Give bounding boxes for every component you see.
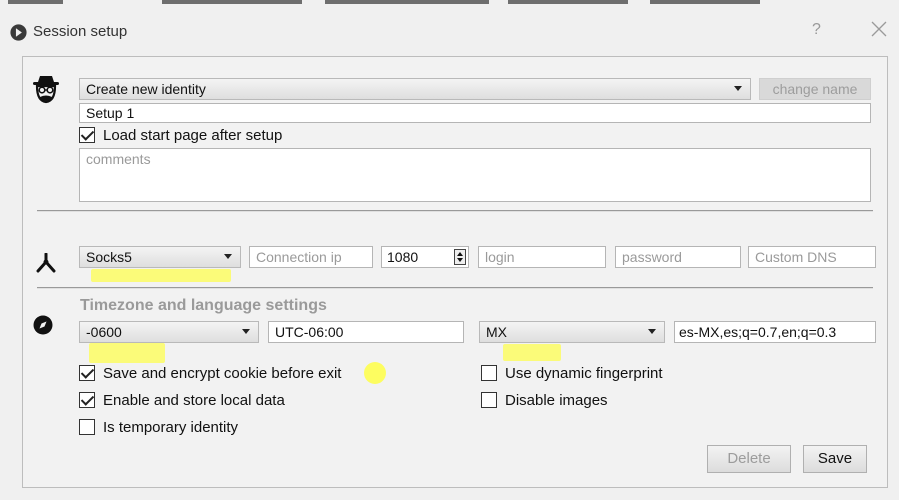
- window-title: Session setup: [33, 23, 128, 40]
- dynamic-fingerprint-checkbox[interactable]: Use dynamic fingerprint: [481, 363, 663, 383]
- disable-images-label: Disable images: [505, 391, 608, 409]
- session-setup-panel: Create new identity change name Setup 1 …: [22, 56, 888, 488]
- help-button[interactable]: ?: [812, 21, 821, 39]
- title-bar: Session setup ?: [0, 4, 899, 48]
- local-data-checkbox[interactable]: Enable and store local data: [79, 390, 285, 410]
- local-data-label: Enable and store local data: [103, 391, 285, 409]
- save-cookie-checkbox[interactable]: Save and encrypt cookie before exit: [79, 363, 341, 383]
- temporary-identity-checkbox[interactable]: Is temporary identity: [79, 417, 238, 437]
- close-icon[interactable]: [870, 20, 888, 38]
- temporary-identity-label: Is temporary identity: [103, 418, 239, 436]
- save-button[interactable]: Save: [803, 445, 867, 473]
- proxy-type-value: Socks5: [86, 249, 132, 265]
- change-name-button[interactable]: change name: [759, 78, 871, 100]
- highlight-mark: [364, 362, 386, 384]
- proxy-type-select[interactable]: Socks5: [79, 246, 241, 268]
- tor-logo-icon: [10, 24, 27, 41]
- timezone-value: -0600: [86, 324, 122, 340]
- chevron-down-icon: [734, 86, 742, 91]
- divider: [37, 210, 873, 212]
- identity-select[interactable]: Create new identity: [79, 78, 751, 100]
- comments-textarea[interactable]: comments: [79, 148, 871, 202]
- disguise-face-icon: [33, 76, 59, 104]
- login-input[interactable]: login: [478, 246, 606, 268]
- connection-ip-input[interactable]: Connection ip: [249, 246, 373, 268]
- country-select[interactable]: MX: [479, 321, 665, 343]
- identity-name-input[interactable]: Setup 1: [79, 103, 871, 123]
- chevron-down-icon: [648, 329, 656, 334]
- checkbox-box[interactable]: [481, 365, 497, 381]
- divider: [37, 287, 873, 289]
- checkbox-box[interactable]: [79, 419, 95, 435]
- chevron-down-icon: [224, 254, 232, 259]
- highlight-mark: [89, 343, 165, 363]
- highlight-mark: [503, 344, 561, 361]
- checkbox-box[interactable]: [481, 392, 497, 408]
- accept-language-input[interactable]: es-MX,es;q=0.7,en;q=0.3: [674, 321, 876, 343]
- custom-dns-input[interactable]: Custom DNS: [748, 246, 876, 268]
- network-node-icon: [36, 253, 56, 273]
- port-spinbox[interactable]: 1080: [381, 246, 469, 268]
- checkbox-box[interactable]: [79, 365, 95, 381]
- load-start-page-label: Load start page after setup: [103, 126, 283, 144]
- timezone-select[interactable]: -0600: [79, 321, 259, 343]
- load-start-page-checkbox[interactable]: Load start page after setup: [79, 125, 282, 145]
- country-value: MX: [486, 324, 507, 340]
- chevron-down-icon: [242, 329, 250, 334]
- utc-offset-input[interactable]: UTC-06:00: [268, 321, 464, 343]
- port-value: 1080: [387, 249, 419, 265]
- checkbox-box[interactable]: [79, 127, 95, 143]
- dynamic-fingerprint-label: Use dynamic fingerprint: [505, 364, 663, 382]
- highlight-mark: [91, 269, 231, 282]
- identity-select-value: Create new identity: [86, 81, 206, 97]
- spin-arrows-icon[interactable]: [454, 249, 466, 265]
- password-input[interactable]: password: [615, 246, 741, 268]
- save-cookie-label: Save and encrypt cookie before exit: [103, 364, 342, 382]
- locale-section-title: Timezone and language settings: [80, 297, 327, 314]
- compass-icon: [33, 315, 53, 335]
- checkbox-box[interactable]: [79, 392, 95, 408]
- disable-images-checkbox[interactable]: Disable images: [481, 390, 608, 410]
- delete-button[interactable]: Delete: [707, 445, 791, 473]
